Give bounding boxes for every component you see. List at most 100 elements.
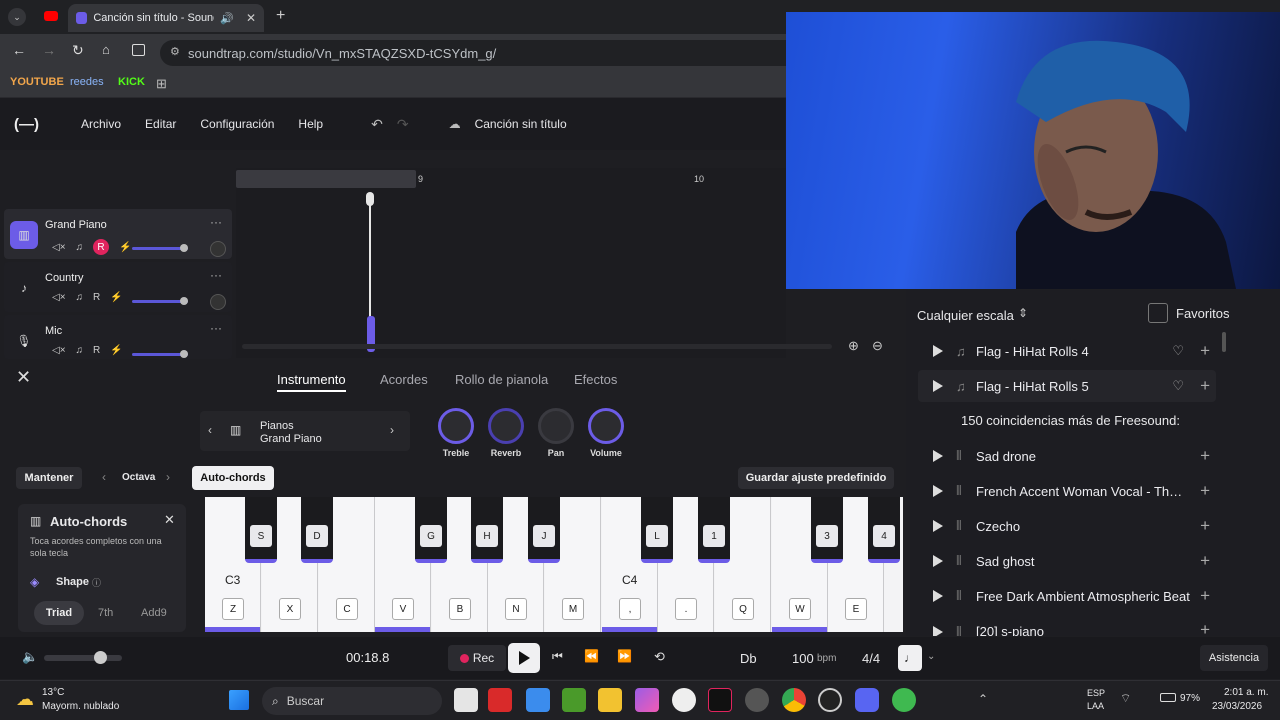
app-l-icon[interactable] bbox=[488, 688, 512, 712]
instrument-selector[interactable]: ‹ ▥ Pianos Grand Piano › bbox=[200, 411, 410, 451]
file-explorer-icon[interactable] bbox=[598, 688, 622, 712]
settings-icon[interactable] bbox=[745, 688, 769, 712]
reverb-knob[interactable] bbox=[488, 408, 524, 444]
playhead-handle[interactable] bbox=[366, 192, 374, 206]
octave-down-icon[interactable]: ‹ bbox=[102, 470, 106, 484]
asistencia-button[interactable]: Asistencia bbox=[1200, 645, 1268, 671]
redo-icon[interactable]: ↷ bbox=[397, 116, 409, 133]
track-menu-icon[interactable]: ··· bbox=[210, 215, 222, 229]
reload-icon[interactable]: ↻ bbox=[72, 42, 84, 59]
mantener-button[interactable]: Mantener bbox=[16, 467, 82, 489]
black-key[interactable]: G bbox=[415, 497, 447, 563]
active-tab[interactable]: Canción sin título - Soundtrap 🔊 ✕ bbox=[68, 4, 264, 32]
black-key[interactable]: D bbox=[301, 497, 333, 563]
cloud-save-icon[interactable]: ☁ bbox=[449, 117, 461, 131]
track-volume-slider[interactable] bbox=[132, 297, 188, 305]
sound-row[interactable]: ♫ Flag - HiHat Rolls 4 ♡ + bbox=[918, 335, 1216, 367]
tray-language[interactable]: ESP bbox=[1087, 688, 1105, 698]
add-icon[interactable]: + bbox=[1200, 620, 1210, 636]
play-icon[interactable] bbox=[933, 626, 943, 636]
record-arm-button[interactable]: R bbox=[93, 239, 110, 255]
task-view-icon[interactable] bbox=[454, 688, 478, 712]
app-shield-icon[interactable] bbox=[892, 688, 916, 712]
sort-icon[interactable]: ⇕ bbox=[1018, 306, 1028, 320]
mute-icon[interactable]: ◁× bbox=[52, 292, 66, 303]
track-menu-icon[interactable]: ··· bbox=[210, 321, 222, 335]
menu-archivo[interactable]: Archivo bbox=[69, 117, 133, 131]
weather-icon[interactable]: ☁ bbox=[16, 689, 34, 710]
master-volume-slider[interactable] bbox=[44, 655, 122, 661]
speaker-icon[interactable]: 🔈 bbox=[22, 649, 38, 665]
zoom-in-icon[interactable]: ⊕ bbox=[848, 338, 859, 354]
black-key[interactable]: 3 bbox=[811, 497, 843, 563]
tiktok-icon[interactable] bbox=[708, 688, 732, 712]
piano-keyboard[interactable]: Z C3 X C V B N M , C4 . Q W E S D G H J L … bbox=[205, 497, 903, 632]
heart-icon[interactable]: ♡ bbox=[1172, 343, 1184, 359]
fast-forward-icon[interactable]: ⏩ bbox=[617, 649, 632, 663]
black-key[interactable]: L bbox=[641, 497, 673, 563]
app-clock-icon[interactable] bbox=[672, 688, 696, 712]
track-volume-slider[interactable] bbox=[132, 350, 188, 358]
clock-date[interactable]: 23/03/2026 bbox=[1212, 701, 1262, 712]
bookmark-youtube[interactable]: YOUTUBE bbox=[10, 76, 64, 88]
octave-up-icon[interactable]: › bbox=[166, 470, 170, 484]
add-icon[interactable]: + bbox=[1200, 376, 1210, 396]
automation-icon[interactable]: ⚡ bbox=[110, 345, 122, 356]
play-icon[interactable] bbox=[933, 485, 943, 497]
track-name[interactable]: Grand Piano bbox=[45, 219, 107, 231]
close-tab-icon[interactable]: ✕ bbox=[246, 11, 256, 25]
back-icon[interactable]: ← bbox=[12, 42, 26, 58]
home-icon[interactable]: ⌂ bbox=[102, 42, 110, 57]
obs-icon[interactable] bbox=[818, 688, 842, 712]
chevron-right-icon[interactable]: › bbox=[390, 423, 394, 437]
sound-row[interactable]: ⦀ Czecho + bbox=[918, 510, 1216, 542]
track-menu-icon[interactable]: ··· bbox=[210, 268, 222, 282]
headphones-icon[interactable]: ♫ bbox=[76, 345, 84, 356]
scale-filter[interactable]: Cualquier escala bbox=[917, 308, 1014, 323]
song-title[interactable]: Canción sin título bbox=[475, 117, 567, 131]
sound-row[interactable]: ⦀ Free Dark Ambient Atmospheric Beat + bbox=[918, 580, 1216, 612]
new-tab-icon[interactable]: + bbox=[276, 7, 285, 25]
key-display[interactable]: Db bbox=[740, 651, 757, 666]
automation-icon[interactable]: ⚡ bbox=[119, 242, 131, 253]
sound-row[interactable]: ♫ Flag - HiHat Rolls 5 ♡ + bbox=[918, 370, 1216, 402]
guardar-preset-button[interactable]: Guardar ajuste predefinido bbox=[738, 467, 894, 489]
windows-start-icon[interactable] bbox=[229, 690, 249, 710]
sound-row[interactable]: ⦀ [20] s-piano + bbox=[918, 614, 1216, 636]
play-button[interactable] bbox=[508, 643, 540, 673]
track-mic[interactable]: 🎙 Mic ··· ◁× ♫ R ⚡ bbox=[4, 315, 232, 359]
black-key[interactable]: S bbox=[245, 497, 277, 563]
loop-icon[interactable]: ⟲ bbox=[654, 649, 665, 665]
add-icon[interactable]: + bbox=[1200, 446, 1210, 466]
black-key[interactable]: H bbox=[471, 497, 503, 563]
loop-region[interactable] bbox=[236, 170, 416, 188]
mute-icon[interactable]: ◁× bbox=[52, 242, 66, 253]
menu-configuracion[interactable]: Configuración bbox=[188, 117, 286, 131]
battery-icon[interactable] bbox=[1160, 693, 1176, 702]
black-key[interactable]: 1 bbox=[698, 497, 730, 563]
rewind-icon[interactable]: ⏪ bbox=[584, 649, 599, 663]
browser-scrollbar[interactable] bbox=[1222, 332, 1226, 352]
mute-icon[interactable]: ◁× bbox=[52, 345, 66, 356]
tab-search-icon[interactable]: ⌄ bbox=[8, 8, 26, 26]
nvidia-icon[interactable] bbox=[562, 688, 586, 712]
pan-knob[interactable] bbox=[538, 408, 574, 444]
undo-icon[interactable]: ↶ bbox=[371, 116, 383, 133]
tab-rollo-de-pianola[interactable]: Rollo de pianola bbox=[455, 372, 548, 387]
zoom-out-icon[interactable]: ⊖ bbox=[872, 338, 883, 354]
shape-add9-button[interactable]: Add9 bbox=[141, 607, 167, 619]
menu-editar[interactable]: Editar bbox=[133, 117, 188, 131]
clock-time[interactable]: 2:01 a. m. bbox=[1224, 687, 1268, 698]
track-volume-slider[interactable] bbox=[132, 244, 188, 252]
tray-expand-icon[interactable]: ⌃ bbox=[978, 692, 988, 706]
tray-language-region[interactable]: LAA bbox=[1087, 701, 1104, 711]
bpm-value[interactable]: 100 bbox=[792, 651, 814, 666]
heart-icon[interactable]: ♡ bbox=[1172, 378, 1184, 394]
add-icon[interactable]: + bbox=[1200, 341, 1210, 361]
track-pan-knob[interactable] bbox=[210, 294, 226, 310]
time-signature[interactable]: 4/4 bbox=[862, 651, 880, 666]
headphones-icon[interactable]: ♫ bbox=[76, 242, 84, 253]
metronome-chevron-icon[interactable]: ⌄ bbox=[927, 651, 935, 662]
add-icon[interactable]: + bbox=[1200, 586, 1210, 606]
sound-row[interactable]: ⦀ Sad ghost + bbox=[918, 545, 1216, 577]
